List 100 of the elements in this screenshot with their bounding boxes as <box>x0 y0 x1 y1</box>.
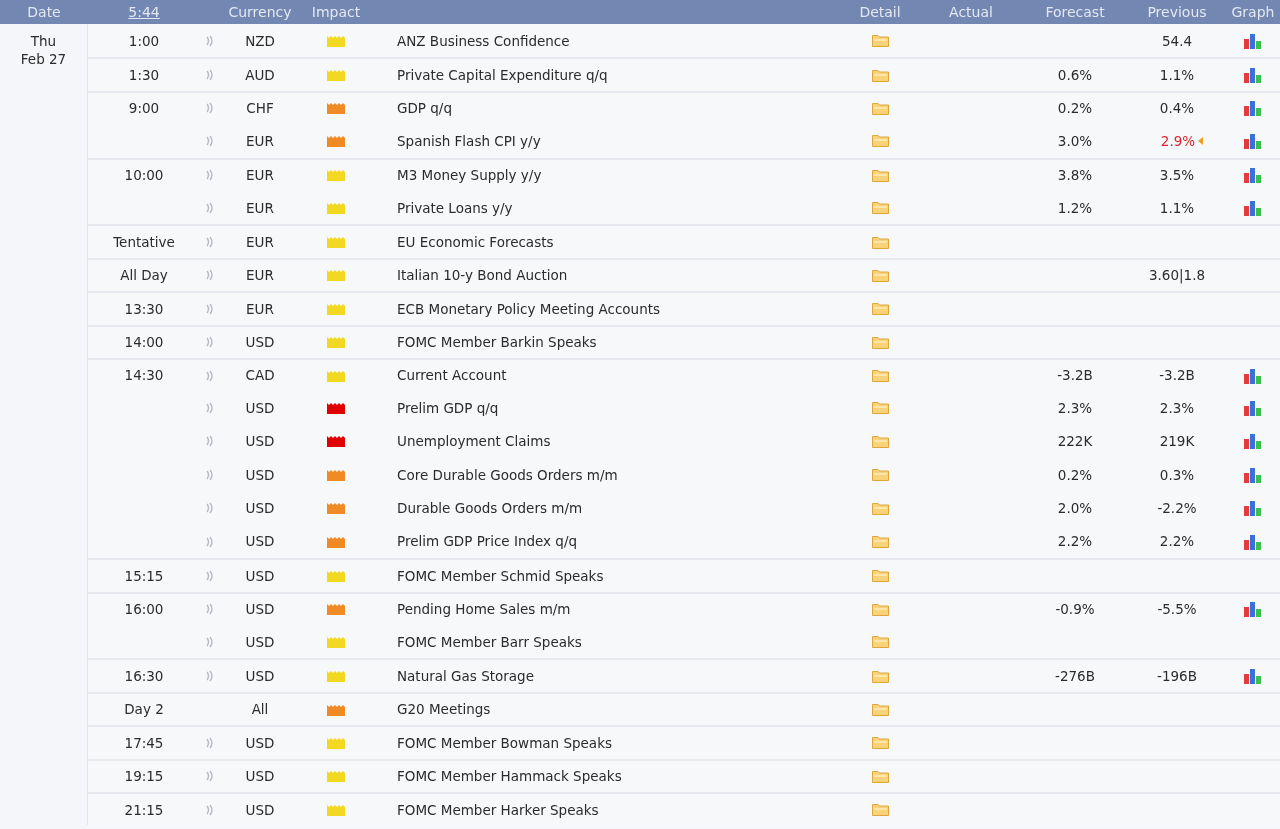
sound-icon[interactable] <box>206 102 214 115</box>
sound-icon[interactable] <box>206 670 214 683</box>
sound-icon[interactable] <box>206 535 214 548</box>
folder-icon[interactable] <box>871 335 889 349</box>
currency-text: USD <box>245 600 275 620</box>
bar-chart-icon[interactable] <box>1243 433 1263 450</box>
sound-icon[interactable] <box>206 336 214 349</box>
previous-value: 0.3% <box>1159 465 1195 485</box>
sound-icon[interactable] <box>206 369 214 382</box>
event-link[interactable]: Natural Gas Storage <box>397 668 534 684</box>
event-link[interactable]: Italian 10-y Bond Auction <box>397 267 568 284</box>
folder-icon[interactable] <box>871 101 889 115</box>
event-link[interactable]: EU Economic Forecasts <box>397 233 554 250</box>
folder-icon[interactable] <box>871 635 889 649</box>
folder-icon[interactable] <box>871 602 889 616</box>
previous-value: 2.3% <box>1159 398 1195 418</box>
time-text: 14:00 <box>124 333 164 353</box>
event-link[interactable]: Prelim GDP q/q <box>397 399 499 416</box>
folder-icon[interactable] <box>871 134 889 148</box>
folder-icon[interactable] <box>871 268 889 282</box>
currency-text: CHF <box>246 99 274 119</box>
bar-chart-icon[interactable] <box>1243 367 1263 384</box>
currency-text: USD <box>245 465 275 485</box>
event-link[interactable]: ECB Monetary Policy Meeting Accounts <box>397 300 661 317</box>
bar-chart-icon[interactable] <box>1243 533 1263 550</box>
event-link[interactable]: Unemployment Claims <box>397 433 551 450</box>
currency-text: CAD <box>245 366 275 386</box>
sound-icon[interactable] <box>206 468 214 481</box>
folder-icon[interactable] <box>871 302 889 316</box>
folder-icon[interactable] <box>871 569 889 583</box>
sound-icon[interactable] <box>206 736 214 749</box>
sound-icon[interactable] <box>206 803 214 816</box>
folder-icon[interactable] <box>871 168 889 182</box>
sound-icon[interactable] <box>206 770 214 783</box>
weekday-text: Thu <box>30 32 57 50</box>
event-link[interactable]: Private Loans y/y <box>397 199 513 216</box>
folder-icon[interactable] <box>871 235 889 249</box>
folder-icon[interactable] <box>871 434 889 448</box>
event-link[interactable]: Private Capital Expenditure q/q <box>397 66 608 83</box>
bar-chart-icon[interactable] <box>1243 132 1263 149</box>
folder-icon[interactable] <box>871 736 889 750</box>
folder-icon[interactable] <box>871 669 889 683</box>
currency-text: USD <box>245 432 275 452</box>
event-link[interactable]: FOMC Member Bowman Speaks <box>397 734 612 751</box>
folder-icon[interactable] <box>871 803 889 817</box>
folder-icon[interactable] <box>871 501 889 515</box>
event-link[interactable]: FOMC Member Hammack Speaks <box>397 768 622 785</box>
folder-icon[interactable] <box>871 468 889 482</box>
bar-chart-icon[interactable] <box>1243 466 1263 483</box>
event-link[interactable]: Durable Goods Orders m/m <box>397 500 583 517</box>
sound-icon[interactable] <box>206 402 214 414</box>
event-link[interactable]: Pending Home Sales m/m <box>397 601 571 618</box>
bar-chart-icon[interactable] <box>1243 32 1263 49</box>
bar-chart-icon[interactable] <box>1243 100 1263 117</box>
event-link[interactable]: FOMC Member Harker Speaks <box>397 801 599 818</box>
sound-icon[interactable] <box>206 201 214 214</box>
sound-icon[interactable] <box>206 635 214 648</box>
sound-icon[interactable] <box>206 269 214 282</box>
folder-icon[interactable] <box>871 68 889 82</box>
bar-chart-icon[interactable] <box>1243 199 1263 216</box>
sound-icon[interactable] <box>206 302 214 315</box>
forecast-value: 3.8% <box>1057 166 1093 186</box>
folder-icon[interactable] <box>871 535 889 549</box>
bar-chart-icon[interactable] <box>1243 167 1263 184</box>
bar-chart-icon[interactable] <box>1243 67 1263 84</box>
bar-chart-icon[interactable] <box>1243 400 1263 416</box>
sound-icon[interactable] <box>206 69 214 82</box>
event-link[interactable]: Spanish Flash CPI y/y <box>397 132 541 149</box>
folder-icon[interactable] <box>871 703 889 716</box>
bar-chart-icon[interactable] <box>1243 668 1263 685</box>
folder-icon[interactable] <box>871 201 889 215</box>
sound-icon[interactable] <box>206 236 214 249</box>
forecast-value: -276B <box>1055 667 1095 686</box>
sound-icon[interactable] <box>206 34 214 47</box>
folder-icon[interactable] <box>871 369 889 383</box>
event-link[interactable]: FOMC Member Barr Speaks <box>397 633 582 650</box>
event-link[interactable]: Current Account <box>397 367 507 384</box>
event-link[interactable]: Core Durable Goods Orders m/m <box>397 466 618 483</box>
sound-icon[interactable] <box>206 435 214 448</box>
event-link[interactable]: GDP q/q <box>397 100 452 117</box>
event-link[interactable]: ANZ Business Confidence <box>397 32 570 49</box>
sound-icon[interactable] <box>206 603 214 616</box>
event-link[interactable]: FOMC Member Barkin Speaks <box>397 334 597 351</box>
forecast-value: 222K <box>1057 432 1093 452</box>
event-link[interactable]: Prelim GDP Price Index q/q <box>397 533 578 550</box>
column-header: Currency <box>227 2 293 22</box>
bar-chart-icon[interactable] <box>1243 601 1263 618</box>
event-link[interactable]: FOMC Member Schmid Speaks <box>397 567 604 584</box>
bar-chart-icon[interactable] <box>1243 500 1263 517</box>
event-link[interactable]: M3 Money Supply y/y <box>397 167 542 184</box>
sound-icon[interactable] <box>206 569 214 582</box>
event-link[interactable]: G20 Meetings <box>397 701 491 718</box>
column-header: Forecast <box>1044 2 1106 22</box>
folder-icon[interactable] <box>871 769 889 783</box>
sound-icon[interactable] <box>206 134 214 147</box>
time-text: All Day <box>120 266 168 286</box>
sound-icon[interactable] <box>206 502 214 515</box>
folder-icon[interactable] <box>871 401 889 415</box>
sound-icon[interactable] <box>206 169 214 182</box>
folder-icon[interactable] <box>871 34 889 48</box>
